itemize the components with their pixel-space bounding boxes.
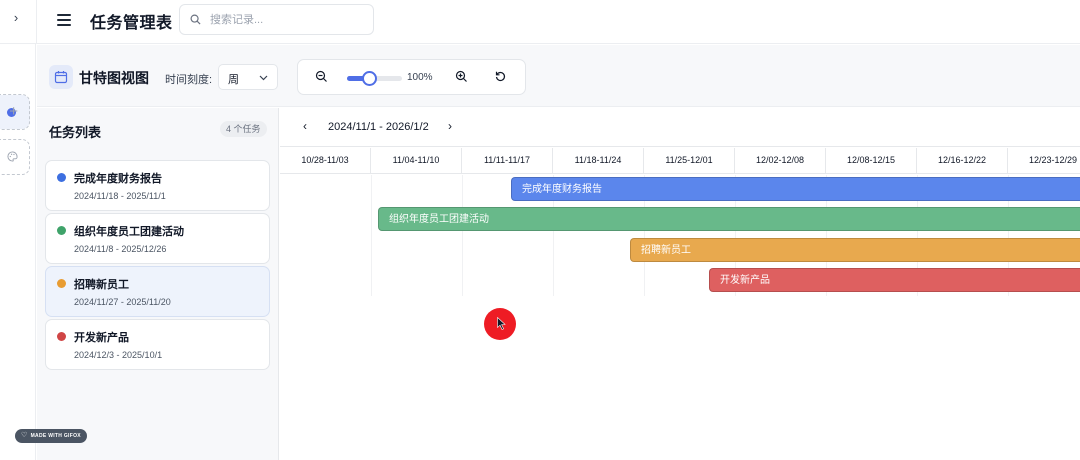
- task-dates: 2024/11/8 - 2025/12/26: [74, 244, 167, 254]
- grid-line: [462, 175, 463, 296]
- week-column: 12/08-12/15: [826, 148, 917, 173]
- zoom-slider-thumb[interactable]: [362, 71, 377, 86]
- task-color-dot: [57, 279, 66, 288]
- task-name: 组织年度员工团建活动: [74, 226, 184, 238]
- expand-sidebar-button[interactable]: ›: [7, 9, 25, 27]
- gantt-chart-body: 完成年度财务报告 组织年度员工团建活动 招聘新员工 开发新产品: [280, 175, 1080, 460]
- page-title: 任务管理表: [90, 15, 173, 32]
- menu-icon[interactable]: [55, 11, 73, 29]
- task-count-badge: 4 个任务: [220, 121, 267, 137]
- palette-icon: [7, 151, 18, 162]
- task-card[interactable]: 招聘新员工 2024/11/27 - 2025/11/20: [45, 266, 270, 317]
- gantt-navigation: ‹ 2024/11/1 - 2026/1/2 ›: [280, 108, 1080, 147]
- task-color-dot: [57, 173, 66, 182]
- week-column: 11/25-12/01: [644, 148, 735, 173]
- theme-button[interactable]: [0, 139, 30, 175]
- task-list-title: 任务列表: [49, 125, 102, 140]
- chevron-down-icon: [259, 75, 268, 81]
- search-box[interactable]: [179, 4, 374, 35]
- zoom-controls: 100%: [297, 59, 526, 95]
- view-title: 甘特图视图: [79, 70, 149, 86]
- search-icon: [190, 14, 201, 25]
- week-column: 12/23-12/29: [1008, 148, 1080, 173]
- zoom-slider[interactable]: [347, 71, 402, 86]
- task-name: 招聘新员工: [74, 279, 129, 291]
- watermark-badge: ♡ MADE WITH GIFOX: [15, 429, 87, 443]
- task-card[interactable]: 组织年度员工团建活动 2024/11/8 - 2025/12/26: [45, 213, 270, 264]
- search-input[interactable]: [210, 11, 365, 29]
- top-header: › 任务管理表: [0, 0, 1080, 44]
- task-name: 完成年度财务报告: [74, 173, 162, 185]
- week-column: 12/02-12/08: [735, 148, 826, 173]
- task-dates: 2024/11/18 - 2025/11/1: [74, 191, 166, 201]
- date-range: 2024/11/1 - 2026/1/2: [328, 121, 429, 133]
- task-card[interactable]: 开发新产品 2024/12/3 - 2025/10/1: [45, 319, 270, 370]
- watermark-text: MADE WITH GIFOX: [30, 433, 81, 439]
- zoom-in-icon[interactable]: [455, 70, 468, 83]
- time-scale-value: 周: [228, 74, 239, 86]
- cursor-arrow-icon: [497, 317, 506, 330]
- gantt-bar[interactable]: 完成年度财务报告: [511, 177, 1080, 201]
- gantt-timeline-header: 10/28-11/03 11/04-11/10 11/11-11/17 11/1…: [280, 148, 1080, 174]
- week-column: 11/04-11/10: [371, 148, 462, 173]
- week-column: 11/18-11/24: [553, 148, 644, 173]
- task-card[interactable]: 完成年度财务报告 2024/11/18 - 2025/11/1: [45, 160, 270, 211]
- week-column: 12/16-12/22: [917, 148, 1008, 173]
- gantt-bar[interactable]: 开发新产品: [709, 268, 1080, 292]
- gantt-bar[interactable]: 招聘新员工: [630, 238, 1080, 262]
- heart-icon: ♡: [21, 432, 28, 439]
- task-color-dot: [57, 332, 66, 341]
- grid-line: [371, 175, 372, 296]
- time-scale-select[interactable]: 周: [218, 64, 278, 90]
- add-table-button[interactable]: +: [0, 94, 30, 130]
- task-name: 开发新产品: [74, 332, 129, 344]
- zoom-percent: 100%: [407, 72, 433, 83]
- time-scale-label: 时间刻度:: [165, 74, 213, 86]
- task-dates: 2024/12/3 - 2025/10/1: [74, 350, 163, 360]
- week-column: 11/11-11/17: [462, 148, 553, 173]
- click-indicator: [484, 308, 516, 340]
- gantt-bar[interactable]: 组织年度员工团建活动: [378, 207, 1080, 231]
- task-list-panel: 任务列表 4 个任务 完成年度财务报告 2024/11/18 - 2025/11…: [37, 108, 279, 460]
- header-divider: [36, 0, 37, 44]
- reset-zoom-icon[interactable]: [494, 70, 507, 83]
- task-color-dot: [57, 226, 66, 235]
- prev-range-button[interactable]: ‹: [303, 119, 307, 133]
- next-range-button[interactable]: ›: [448, 119, 452, 133]
- calendar-icon: [49, 65, 73, 89]
- view-toolbar: 甘特图视图 时间刻度: 周 100%: [37, 45, 1080, 107]
- zoom-out-icon[interactable]: [315, 70, 328, 83]
- plus-icon: +: [9, 103, 18, 120]
- week-column: 10/28-11/03: [280, 148, 371, 173]
- task-dates: 2024/11/27 - 2025/11/20: [74, 297, 171, 307]
- left-rail: +: [0, 44, 36, 460]
